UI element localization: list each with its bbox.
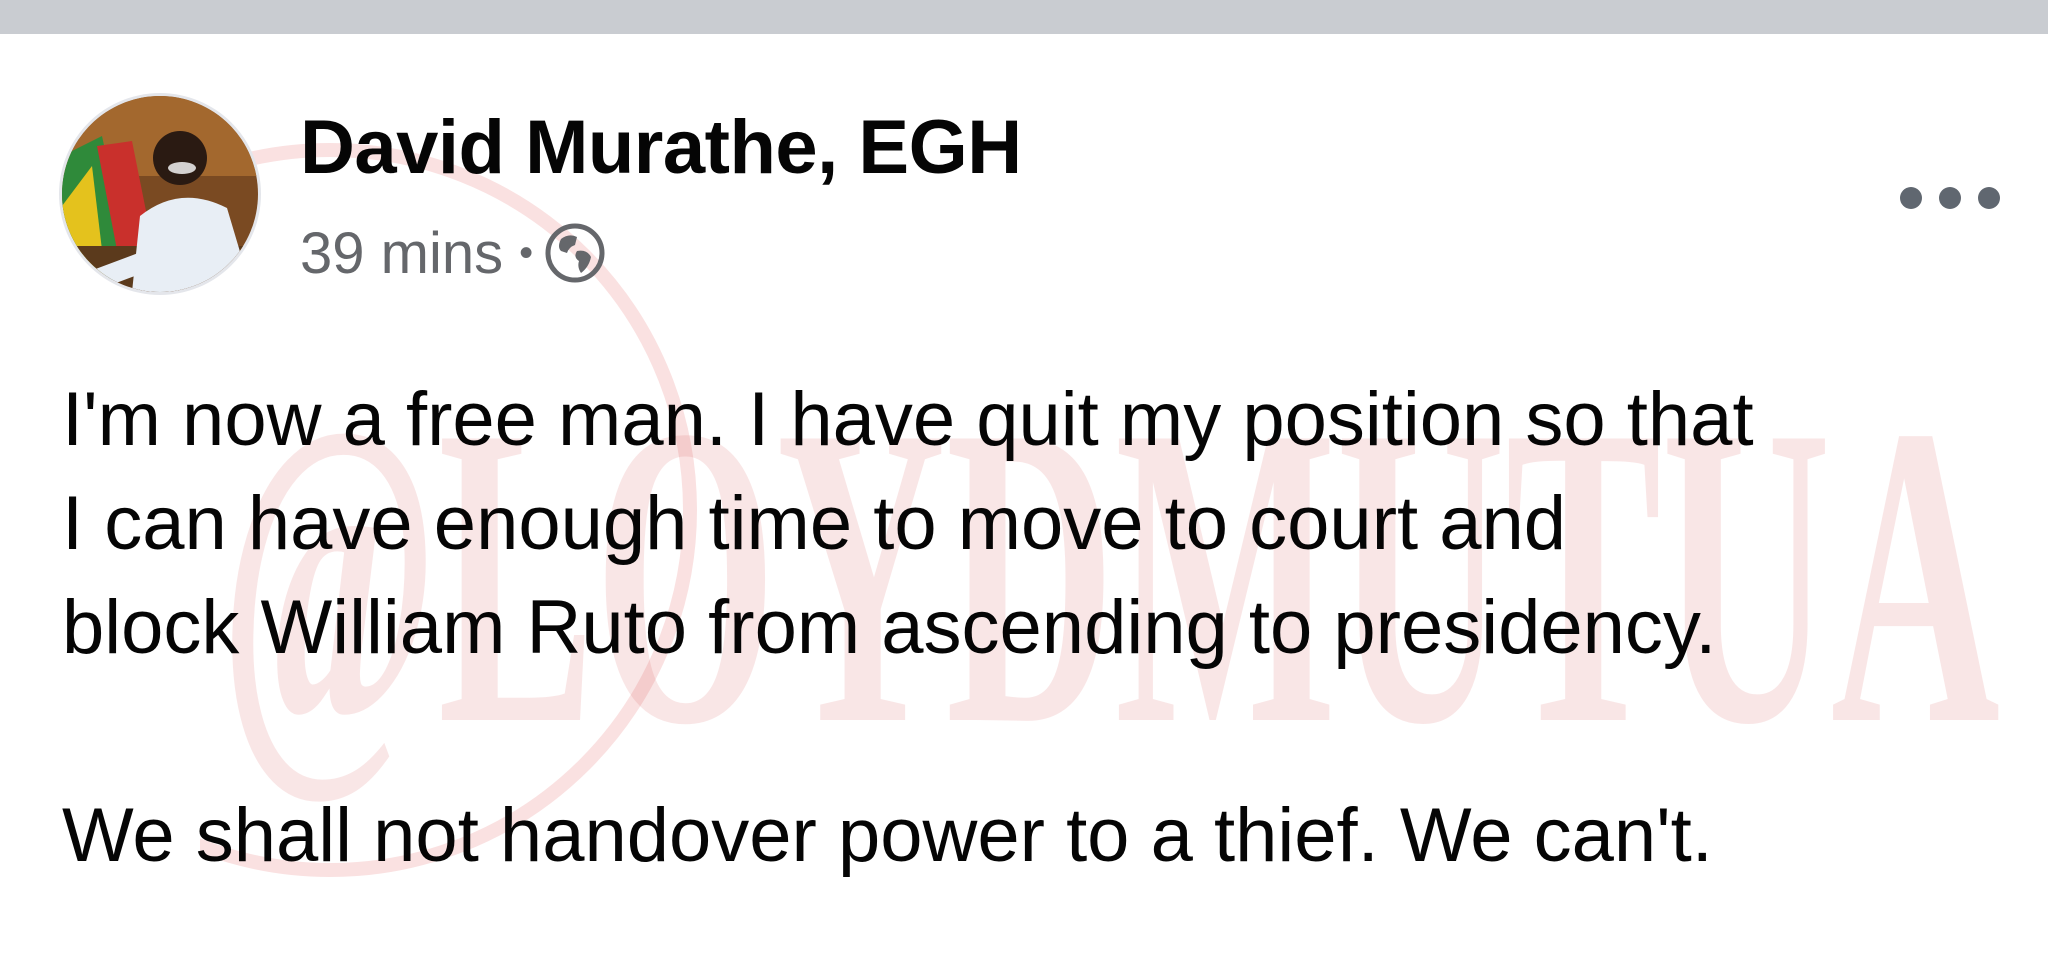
more-options-dot [1900, 187, 1922, 209]
author-name[interactable]: David Murathe, EGH [300, 104, 1022, 191]
post-body: I'm now a free man. I have quit my posit… [62, 368, 2022, 888]
post-text-paragraph: We shall not handover power to a thief. … [62, 793, 1713, 878]
more-options-dot [1939, 187, 1961, 209]
post-meta: 39 mins • [300, 218, 607, 288]
post-timestamp[interactable]: 39 mins [300, 220, 503, 287]
more-options-button[interactable] [1900, 178, 2000, 218]
post-text-line: I can have enough time to move to court … [62, 481, 1567, 566]
meta-separator: • [519, 230, 534, 275]
post-text-line: block William Ruto from ascending to pre… [62, 585, 1717, 670]
top-bar [0, 0, 2048, 34]
author-avatar[interactable] [62, 96, 258, 292]
globe-icon[interactable] [543, 221, 607, 285]
more-options-dot [1978, 187, 2000, 209]
post-text-line: I'm now a free man. I have quit my posit… [62, 377, 1754, 462]
